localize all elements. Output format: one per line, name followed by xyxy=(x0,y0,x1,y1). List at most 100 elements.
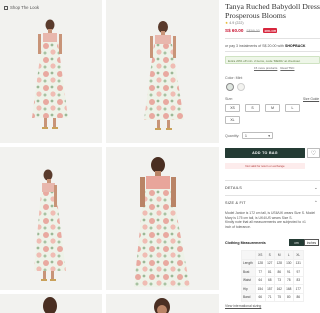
table-cell: 68 xyxy=(264,275,275,285)
color-label: Color: Mint xyxy=(225,76,243,80)
row-label: Hip xyxy=(241,284,256,294)
table-cell: 64 xyxy=(255,275,266,285)
quantity-select[interactable]: 1 ▾ xyxy=(242,132,273,139)
chevron-down-icon[interactable]: ⌄ xyxy=(314,185,318,191)
installment-info: or pay 3 instalments of S$ 20.00 with SH… xyxy=(225,44,306,48)
measurements-table: XS S M L XL Length 128 127 128 130 131 B… xyxy=(241,250,304,302)
row-label: Band xyxy=(241,292,256,302)
price-row: S$ 60.00 S$99.00 40% Off xyxy=(225,28,278,33)
table-cell: 130 xyxy=(283,258,294,268)
description-line: Model Janice is 172 cm tall, is US6/UK w… xyxy=(225,211,316,215)
product-photo-2[interactable] xyxy=(106,0,219,143)
product-photo-4[interactable] xyxy=(106,147,219,290)
table-row: Bust 77 81 86 91 97 xyxy=(241,267,304,277)
unit-inches-button[interactable]: inches xyxy=(304,239,319,246)
model-side-illustration xyxy=(0,147,102,290)
table-cell: 128 xyxy=(274,258,285,268)
column-header: L xyxy=(283,250,294,260)
column-header: M xyxy=(274,250,285,260)
table-cell: 154 xyxy=(255,284,266,294)
table-cell: 127 xyxy=(264,258,275,268)
table-cell: 86 xyxy=(293,292,304,302)
heart-icon: ♡ xyxy=(310,150,317,157)
table-cell: 131 xyxy=(293,258,304,268)
column-header: S xyxy=(264,250,275,260)
model-closeup-illustration xyxy=(106,147,219,290)
table-row: Hip 154 157 162 168 177 xyxy=(241,284,304,294)
size-option-l[interactable]: L xyxy=(285,104,300,112)
review-count: (222) xyxy=(235,21,244,25)
color-swatch-alt[interactable] xyxy=(237,83,245,91)
shop-the-look-label: Shop The Look xyxy=(10,5,40,10)
size-option-xl[interactable]: XL xyxy=(225,116,240,124)
table-cell: 91 xyxy=(283,267,294,277)
product-photo-5[interactable] xyxy=(0,294,102,313)
table-header-row: XS S M L XL xyxy=(241,250,304,260)
add-to-bag-button[interactable]: ADD TO BAG xyxy=(225,148,305,158)
table-cell: 97 xyxy=(293,267,304,277)
shopping-bag-icon xyxy=(4,5,8,10)
installment-text: or pay 3 instalments of S$ 20.00 with xyxy=(225,44,284,48)
table-row: Length 128 127 128 130 131 xyxy=(241,258,304,268)
star-icon: ★ xyxy=(225,21,229,25)
rating-summary[interactable]: ★ 4.9 (222) xyxy=(225,21,244,25)
promo-text: Extra 20% off min. 2 items, code 'MERA' … xyxy=(228,58,301,63)
divider xyxy=(225,195,320,196)
row-label: Bust xyxy=(241,267,256,277)
divider xyxy=(225,38,320,39)
table-cell: 157 xyxy=(264,284,275,294)
unit-toggle[interactable]: cm inches xyxy=(289,239,319,246)
size-fit-description: Model Janice is 172 cm tall, is US6/UK w… xyxy=(225,211,320,229)
table-cell: 83 xyxy=(293,275,304,285)
row-label: Length xyxy=(241,258,256,268)
size-label: Size: xyxy=(225,97,233,101)
product-title-line-2: Prosperous Blooms xyxy=(225,11,286,20)
row-label: Waist xyxy=(241,275,256,285)
unit-cm-button[interactable]: cm xyxy=(289,239,304,246)
table-cell: 80 xyxy=(283,292,294,302)
size-option-m[interactable]: M xyxy=(265,104,280,112)
promo-products-link[interactable]: 15 more products xyxy=(254,66,277,70)
divider xyxy=(225,180,320,181)
chevron-down-icon: ▾ xyxy=(268,133,270,138)
wishlist-button[interactable]: ♡ xyxy=(307,148,320,158)
promo-tnc-link[interactable]: Read TNC xyxy=(280,66,294,70)
color-swatch-mint[interactable] xyxy=(226,83,234,91)
shopback-logo: SHOPBACK xyxy=(284,44,306,48)
size-fit-section-toggle[interactable]: SIZE & FIT xyxy=(225,201,246,205)
returns-note: Not valid for return or exchange xyxy=(225,163,305,169)
chevron-up-icon[interactable]: ⌃ xyxy=(314,200,318,206)
quantity-label: Quantity: xyxy=(225,134,240,138)
current-price: S$ 60.00 xyxy=(225,28,244,33)
shop-the-look-link[interactable]: Shop The Look xyxy=(4,5,39,10)
column-header: XS xyxy=(255,250,266,260)
table-cell: 177 xyxy=(293,284,304,294)
product-photo-3[interactable] xyxy=(0,147,102,290)
size-option-xs[interactable]: XS xyxy=(225,104,240,112)
model-front-walking-illustration xyxy=(106,0,219,143)
table-cell: 81 xyxy=(264,267,275,277)
column-header: XL xyxy=(293,250,304,260)
table-cell: 128 xyxy=(255,258,266,268)
model-front-illustration xyxy=(0,0,102,143)
quantity-value: 1 xyxy=(245,133,247,138)
table-cell: 75 xyxy=(274,292,285,302)
international-sizing-link[interactable]: View international sizing xyxy=(225,304,261,308)
product-photo-6[interactable] xyxy=(106,294,219,313)
promo-links: 15 more products Read TNC xyxy=(254,66,294,70)
table-row: Waist 64 68 73 78 83 xyxy=(241,275,304,285)
description-line: inch of tolerance. xyxy=(225,224,251,229)
table-cell: 162 xyxy=(274,284,285,294)
table-cell: 77 xyxy=(255,267,266,277)
table-cell: 78 xyxy=(283,275,294,285)
model-detail-illustration-2 xyxy=(106,294,219,313)
model-detail-illustration xyxy=(0,294,102,313)
product-photo-1[interactable]: Shop The Look xyxy=(0,0,102,143)
details-section-toggle[interactable]: DETAILS xyxy=(225,186,242,190)
size-option-s[interactable]: S xyxy=(245,104,260,112)
promo-banner: Extra 20% off min. 2 items, code 'MERA' … xyxy=(225,56,320,64)
original-price: S$99.00 xyxy=(246,28,260,33)
size-guide-link[interactable]: Size Guide xyxy=(303,97,319,101)
measurements-title: Clothing Measurements xyxy=(225,241,266,245)
table-cell: 66 xyxy=(255,292,266,302)
